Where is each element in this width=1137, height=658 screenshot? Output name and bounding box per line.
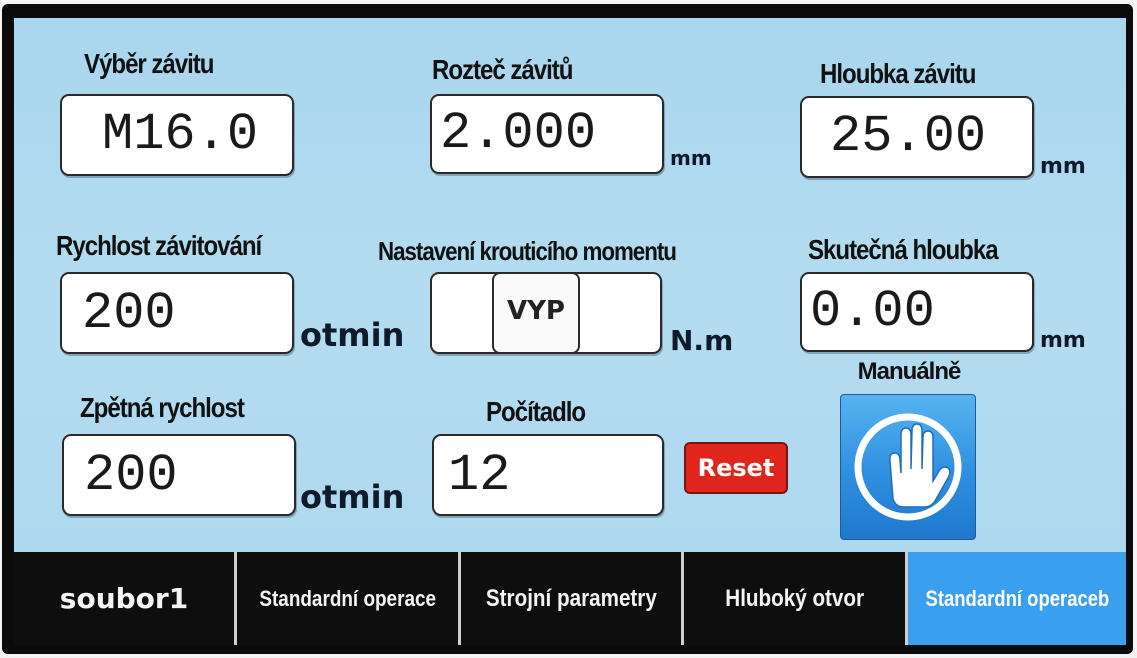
tab-standard-operations[interactable]: Standardní operace bbox=[237, 552, 461, 645]
tapping-speed-unit: otmin bbox=[300, 316, 405, 354]
tab-machine-parameters[interactable]: Strojní parametry bbox=[461, 552, 684, 645]
actual-depth-value: 0.00 bbox=[810, 282, 935, 341]
device-frame: Výběr závitu M16.0 Rozteč závitů 2.000 m… bbox=[0, 0, 1137, 658]
tapping-speed-value: 200 bbox=[82, 284, 176, 343]
counter-label: Počítadlo bbox=[486, 396, 586, 427]
tab-deep-hole-label: Hluboký otvor bbox=[725, 585, 864, 612]
tab-soubor1[interactable]: soubor1 bbox=[14, 552, 237, 645]
tab-soubor1-label: soubor1 bbox=[59, 582, 189, 615]
tapping-speed-field[interactable]: 200 bbox=[60, 272, 294, 354]
counter-value: 12 bbox=[448, 446, 511, 505]
tab-standard-operations-b-label: Standardní operaceb bbox=[925, 586, 1110, 611]
bottom-tab-bar: soubor1 Standardní operace Strojní param… bbox=[14, 552, 1126, 645]
thread-pitch-label: Rozteč závitů bbox=[432, 54, 573, 85]
tab-standard-operations-label: Standardní operace bbox=[259, 586, 436, 611]
manual-label: Manuálně bbox=[857, 358, 962, 385]
screen-bezel: Výběr závitu M16.0 Rozteč závitů 2.000 m… bbox=[2, 4, 1133, 654]
manual-button[interactable] bbox=[840, 394, 976, 540]
reset-button[interactable]: Reset bbox=[684, 442, 788, 494]
actual-depth-unit: mm bbox=[1040, 328, 1086, 353]
thread-pitch-field[interactable]: 2.000 bbox=[430, 94, 664, 174]
thread-select-label: Výběr závitu bbox=[84, 48, 215, 79]
return-speed-label: Zpětná rychlost bbox=[80, 392, 245, 423]
tab-standard-operations-b[interactable]: Standardní operaceb bbox=[908, 552, 1126, 645]
thread-depth-value: 25.00 bbox=[830, 107, 987, 166]
return-speed-unit: otmin bbox=[300, 478, 405, 516]
thread-depth-label: Hloubka závitu bbox=[820, 58, 977, 89]
thread-select-field[interactable]: M16.0 bbox=[60, 94, 294, 176]
thread-pitch-value: 2.000 bbox=[440, 104, 597, 163]
hand-icon bbox=[854, 413, 962, 521]
return-speed-value: 200 bbox=[84, 446, 178, 505]
hmi-screen: Výběr závitu M16.0 Rozteč závitů 2.000 m… bbox=[14, 18, 1126, 645]
torque-value: VYP bbox=[506, 296, 565, 326]
torque-label: Nastavení krouticího momentu bbox=[378, 236, 677, 266]
return-speed-field[interactable]: 200 bbox=[62, 434, 296, 516]
thread-select-value: M16.0 bbox=[102, 105, 259, 164]
thread-depth-unit: mm bbox=[1040, 154, 1086, 179]
torque-toggle[interactable]: VYP bbox=[492, 272, 580, 354]
thread-depth-field[interactable]: 25.00 bbox=[800, 96, 1034, 178]
counter-field[interactable]: 12 bbox=[432, 434, 664, 516]
actual-depth-field[interactable]: 0.00 bbox=[800, 272, 1034, 352]
torque-field[interactable]: VYP bbox=[430, 272, 662, 354]
thread-pitch-unit: mm bbox=[670, 146, 712, 170]
actual-depth-label: Skutečná hloubka bbox=[808, 234, 999, 265]
tab-deep-hole[interactable]: Hluboký otvor bbox=[684, 552, 908, 645]
tapping-speed-label: Rychlost závitování bbox=[56, 230, 262, 261]
torque-unit: N.m bbox=[670, 324, 734, 357]
tab-machine-parameters-label: Strojní parametry bbox=[485, 585, 657, 612]
